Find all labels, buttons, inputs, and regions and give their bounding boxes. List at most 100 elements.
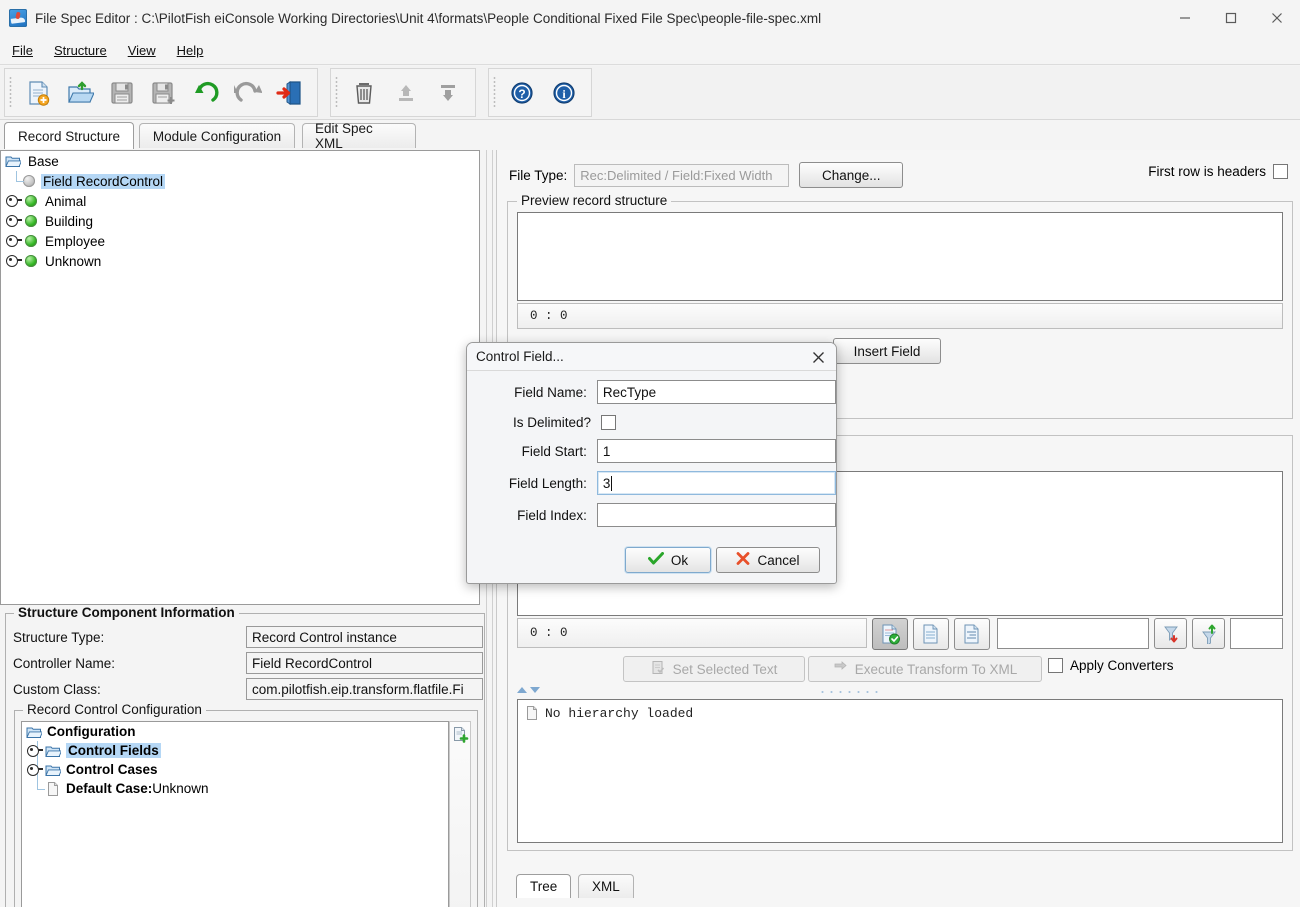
- info-icon[interactable]: i: [543, 72, 585, 114]
- delete-trash-icon[interactable]: [343, 72, 385, 114]
- tree-node-building[interactable]: Building: [1, 211, 479, 231]
- menu-structure[interactable]: Structure: [45, 40, 116, 61]
- save-icon[interactable]: [101, 72, 143, 114]
- search-input[interactable]: [997, 618, 1149, 649]
- file-type-value: Rec:Delimited / Field:Fixed Width: [574, 163, 790, 187]
- find-previous-icon[interactable]: [1192, 618, 1225, 649]
- record-control-legend: Record Control Configuration: [23, 702, 206, 717]
- green-ball-icon: [25, 215, 37, 227]
- toolbar-group-edit: [330, 68, 476, 117]
- open-folder-icon[interactable]: [59, 72, 101, 114]
- menu-view[interactable]: View: [119, 40, 165, 61]
- hierarchy-message: No hierarchy loaded: [545, 705, 694, 721]
- menu-file-label: File: [12, 42, 33, 58]
- tree-expander-icon[interactable]: [5, 254, 22, 268]
- insert-field-button[interactable]: Insert Field: [833, 338, 941, 364]
- rcc-node-configuration[interactable]: Configuration: [22, 722, 448, 741]
- tree-expander-icon[interactable]: [5, 214, 22, 228]
- toolbar: ? i: [0, 66, 1300, 120]
- dialog-title-bar: Control Field...: [467, 343, 836, 371]
- tab-xml[interactable]: XML: [578, 874, 634, 898]
- tab-module-configuration[interactable]: Module Configuration: [139, 123, 295, 148]
- tab-record-structure[interactable]: Record Structure: [4, 122, 134, 149]
- add-document-icon[interactable]: [452, 726, 469, 907]
- change-file-type-button[interactable]: Change...: [799, 162, 904, 188]
- tree-node-animal[interactable]: Animal: [1, 191, 479, 211]
- menu-help[interactable]: Help: [168, 40, 213, 61]
- new-file-icon[interactable]: [17, 72, 59, 114]
- rcc-node-control-fields[interactable]: Control Fields: [22, 741, 448, 760]
- tree-node-label: Base: [28, 153, 59, 169]
- splitter-arrows[interactable]: [517, 687, 540, 693]
- field-start-input[interactable]: 1: [596, 439, 836, 463]
- toolbar-grip[interactable]: [9, 76, 12, 109]
- controller-name-value: Field RecordControl: [246, 652, 483, 674]
- hierarchy-tree-panel[interactable]: No hierarchy loaded: [517, 699, 1283, 843]
- close-icon[interactable]: [1254, 0, 1300, 36]
- tree-node-field-recordcontrol[interactable]: Field RecordControl: [1, 171, 479, 191]
- open-folder-icon: [26, 724, 42, 740]
- help-icon[interactable]: ?: [501, 72, 543, 114]
- record-control-tree[interactable]: Configuration Control Fields Control Cas…: [21, 721, 449, 907]
- splitter-grip[interactable]: [818, 689, 878, 695]
- left-panel: Base Field RecordControl Animal Building…: [0, 150, 493, 907]
- save-as-icon[interactable]: [143, 72, 185, 114]
- move-up-icon[interactable]: [385, 72, 427, 114]
- count-input[interactable]: [1230, 618, 1283, 649]
- tab-edit-spec-xml-label: Edit Spec XML: [315, 121, 373, 151]
- splitter-up-icon[interactable]: [517, 687, 527, 693]
- rcc-node-label: Control Cases: [66, 762, 158, 777]
- tab-record-structure-label: Record Structure: [17, 128, 121, 144]
- controller-name-label: Controller Name:: [13, 655, 116, 671]
- close-icon[interactable]: [806, 346, 830, 368]
- rcc-node-control-cases[interactable]: Control Cases: [22, 760, 448, 779]
- menu-file[interactable]: File: [3, 40, 42, 61]
- structure-tree[interactable]: Base Field RecordControl Animal Building…: [0, 150, 480, 605]
- tree-node-employee[interactable]: Employee: [1, 231, 479, 251]
- tree-expander-icon[interactable]: [5, 194, 22, 208]
- tab-xml-label: XML: [592, 879, 620, 894]
- apply-converters-checkbox[interactable]: [1048, 658, 1063, 673]
- minimize-icon[interactable]: [1162, 0, 1208, 36]
- custom-class-value: com.pilotfish.eip.transform.flatfile.Fi: [246, 678, 483, 700]
- first-row-headers-checkbox[interactable]: [1273, 164, 1288, 179]
- open-folder-icon: [5, 153, 21, 169]
- field-length-input[interactable]: 3: [596, 471, 836, 495]
- tree-node-unknown[interactable]: Unknown: [1, 251, 479, 271]
- find-next-icon[interactable]: [1154, 618, 1187, 649]
- first-row-headers-row: First row is headers: [1148, 164, 1288, 179]
- document-icon: [45, 781, 61, 797]
- green-ball-icon: [25, 235, 37, 247]
- document-lines-icon[interactable]: [913, 618, 949, 650]
- splitter-down-icon[interactable]: [530, 687, 540, 693]
- toolbar-grip[interactable]: [493, 76, 496, 109]
- ok-button[interactable]: Ok: [625, 547, 711, 573]
- move-down-icon[interactable]: [427, 72, 469, 114]
- document-indent-icon[interactable]: [954, 618, 990, 650]
- tab-tree-label: Tree: [530, 879, 558, 894]
- tree-node-base[interactable]: Base: [1, 151, 479, 171]
- structure-component-information: Structure Component Information Structur…: [5, 605, 485, 907]
- field-index-input[interactable]: [596, 503, 836, 527]
- rcc-node-default-case[interactable]: Default Case: Unknown: [22, 779, 448, 798]
- undo-icon[interactable]: [185, 72, 227, 114]
- preview-text-area[interactable]: [517, 212, 1283, 301]
- maximize-icon[interactable]: [1208, 0, 1254, 36]
- transform-arrow-icon: [833, 660, 848, 678]
- field-name-input[interactable]: RecType: [596, 380, 836, 404]
- document-checked-icon[interactable]: [872, 618, 908, 650]
- bottom-tabs: Tree XML: [516, 874, 1286, 900]
- is-delimited-label: Is Delimited?: [512, 414, 591, 430]
- set-selected-text-button[interactable]: Set Selected Text: [623, 656, 805, 682]
- exit-door-icon[interactable]: [269, 72, 311, 114]
- toolbar-grip[interactable]: [335, 76, 338, 109]
- execute-transform-button[interactable]: Execute Transform To XML: [808, 656, 1042, 682]
- tab-edit-spec-xml[interactable]: Edit Spec XML: [302, 121, 416, 151]
- redo-icon[interactable]: [227, 72, 269, 114]
- menu-structure-label: Structure: [53, 42, 107, 58]
- is-delimited-checkbox[interactable]: [601, 414, 616, 430]
- tree-expander-icon[interactable]: [5, 234, 22, 248]
- tab-tree[interactable]: Tree: [516, 874, 572, 898]
- cancel-button[interactable]: Cancel: [716, 547, 820, 573]
- field-length-value: 3: [602, 475, 611, 491]
